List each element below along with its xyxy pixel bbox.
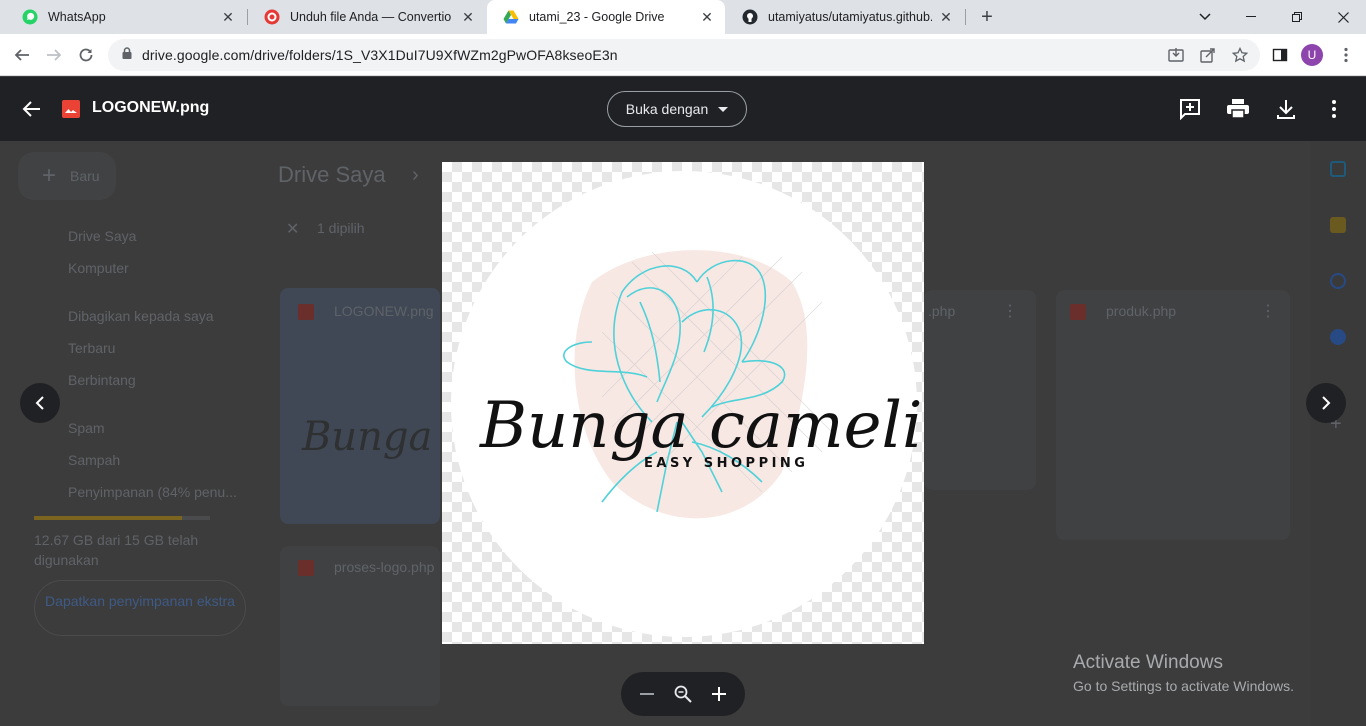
profile-avatar[interactable]: U	[1301, 44, 1323, 66]
side-panel-icon[interactable]	[1268, 43, 1292, 67]
nav-starred: Berbintang	[68, 372, 136, 388]
whatsapp-icon	[22, 9, 38, 25]
storage-bar-fill	[34, 516, 182, 520]
caret-down-icon	[718, 106, 729, 112]
watermark-subtitle: Go to Settings to activate Windows.	[1073, 678, 1294, 694]
minimize-button[interactable]	[1228, 0, 1274, 34]
image-preview[interactable]: Bunga camelia EASY SHOPPING	[442, 162, 924, 644]
php-file-icon	[298, 560, 314, 576]
keep-icon	[1330, 217, 1346, 233]
tab-strip: WhatsApp ✕ Unduh file Anda — Convertio ✕…	[0, 0, 1366, 34]
browser-toolbar: drive.google.com/drive/folders/1S_V3X1Du…	[0, 34, 1366, 76]
more-vert-icon: ⋮	[1002, 303, 1018, 320]
file-card: LOGONEW.png Bunga	[280, 288, 440, 524]
next-file-button[interactable]	[1306, 383, 1346, 423]
address-bar[interactable]: drive.google.com/drive/folders/1S_V3X1Du…	[108, 39, 1260, 71]
file-title: LOGONEW.png	[92, 99, 210, 116]
more-options-icon[interactable]	[1322, 97, 1346, 121]
tab-title: WhatsApp	[48, 10, 106, 24]
nav-recent: Terbaru	[68, 340, 116, 356]
nav-my-drive: Drive Saya	[68, 228, 137, 244]
tab-convertio[interactable]: Unduh file Anda — Convertio ✕	[248, 0, 486, 34]
nav-spam: Spam	[68, 420, 105, 436]
storage-text: 12.67 GB dari 15 GB telah digunakan	[34, 532, 199, 568]
php-file-icon	[1070, 304, 1086, 320]
back-arrow-icon[interactable]	[20, 97, 44, 121]
previous-file-button[interactable]	[20, 383, 60, 423]
new-tab-button[interactable]: +	[976, 6, 998, 28]
tab-title: utami_23 - Google Drive	[529, 10, 665, 24]
close-tab-icon[interactable]: ✕	[938, 9, 954, 25]
bookmark-star-icon[interactable]	[1228, 43, 1252, 67]
file-thumbnail: Bunga	[302, 414, 433, 460]
reload-button[interactable]	[74, 43, 98, 67]
nav-computers: Komputer	[68, 260, 129, 276]
tab-github[interactable]: utamiyatus/utamiyatus.github.io ✕	[726, 0, 964, 34]
viewer-header: LOGONEW.png Buka dengan	[0, 77, 1366, 141]
url-text: drive.google.com/drive/folders/1S_V3X1Du…	[142, 47, 618, 63]
nav-trash: Sampah	[68, 452, 121, 468]
chevron-right-icon: ›	[412, 164, 419, 186]
close-tab-icon[interactable]: ✕	[699, 9, 715, 25]
new-button: + Baru	[18, 152, 116, 200]
convertio-icon	[264, 9, 280, 25]
github-icon	[742, 9, 758, 25]
file-card: proses-logo.php	[280, 546, 440, 706]
tab-google-drive[interactable]: utami_23 - Google Drive ✕	[487, 0, 725, 34]
tasks-icon	[1330, 273, 1346, 289]
zoom-in-icon[interactable]	[705, 680, 733, 708]
breadcrumb: Drive Saya	[278, 162, 386, 187]
download-icon[interactable]	[1274, 97, 1298, 121]
logo-tagline-text: EASY SHOPPING	[644, 456, 808, 471]
file-name: LOGONEW.png	[334, 303, 434, 319]
file-name: proses-logo.php	[334, 559, 435, 575]
google-drive-icon	[503, 9, 519, 25]
right-side-panel: +	[1310, 141, 1366, 726]
contacts-icon	[1330, 329, 1346, 345]
file-card: produk.php ⋮	[1056, 290, 1290, 540]
clear-selection-icon: ✕	[286, 221, 300, 238]
lock-icon	[122, 46, 132, 64]
zoom-out-icon[interactable]	[633, 680, 661, 708]
print-icon[interactable]	[1226, 97, 1250, 121]
close-tab-icon[interactable]: ✕	[460, 9, 476, 25]
tab-search-icon[interactable]	[1182, 0, 1228, 34]
zoom-controls	[621, 672, 745, 716]
activate-windows-watermark: Activate Windows Go to Settings to activ…	[1073, 652, 1294, 694]
tab-title: Unduh file Anda — Convertio	[290, 10, 452, 24]
storage-bar	[34, 516, 210, 520]
close-tab-icon[interactable]: ✕	[220, 9, 236, 25]
open-with-label: Buka dengan	[625, 101, 709, 117]
get-storage-button: Dapatkan penyimpanan ekstra	[34, 580, 246, 636]
more-vert-icon: ⋮	[1260, 303, 1276, 320]
restore-button[interactable]	[1274, 0, 1320, 34]
selection-count: 1 dipilih	[317, 220, 365, 236]
image-file-icon	[62, 100, 80, 118]
back-button[interactable]	[10, 43, 34, 67]
logo-brand-text: Bunga camelia	[479, 389, 924, 463]
zoom-reset-icon[interactable]	[669, 680, 697, 708]
camelia-flower-illustration: Bunga camelia EASY SHOPPING	[479, 250, 924, 519]
image-file-icon	[298, 304, 314, 320]
close-window-button[interactable]	[1320, 0, 1366, 34]
file-card: .php ⋮	[924, 290, 1036, 490]
file-name: .php	[928, 303, 956, 319]
add-comment-icon[interactable]	[1178, 97, 1202, 121]
open-with-button[interactable]: Buka dengan	[607, 91, 747, 127]
plus-icon: +	[42, 162, 57, 189]
nav-shared: Dibagikan kepada saya	[68, 308, 214, 324]
tab-title: utamiyatus/utamiyatus.github.io	[768, 10, 932, 24]
forward-button[interactable]	[42, 43, 66, 67]
tab-whatsapp[interactable]: WhatsApp ✕	[6, 0, 246, 34]
new-button-label: Baru	[70, 168, 100, 184]
file-name: produk.php	[1106, 303, 1177, 319]
browser-menu-icon[interactable]	[1334, 43, 1358, 67]
install-app-icon[interactable]	[1164, 43, 1188, 67]
calendar-icon	[1330, 161, 1346, 177]
watermark-title: Activate Windows	[1073, 652, 1223, 673]
nav-storage: Penyimpanan (84% penu...	[68, 484, 237, 500]
share-icon[interactable]	[1196, 43, 1220, 67]
